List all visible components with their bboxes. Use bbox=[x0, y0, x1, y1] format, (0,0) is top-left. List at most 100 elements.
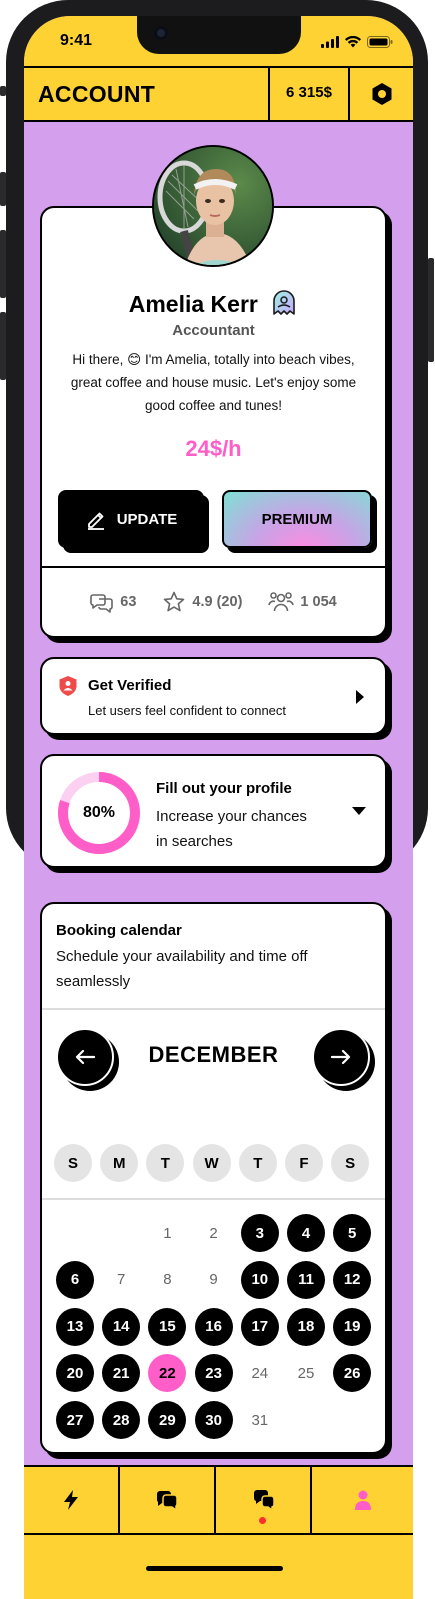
tab-messages[interactable] bbox=[216, 1467, 310, 1533]
profile-completion-card[interactable]: 80% Fill out your profile Increase your … bbox=[40, 754, 387, 868]
status-icons bbox=[321, 36, 393, 48]
stat-messages-count: 63 bbox=[120, 594, 137, 610]
calendar-day[interactable]: 15 bbox=[148, 1307, 187, 1346]
next-month-button[interactable] bbox=[312, 1028, 370, 1086]
ghost-badge-icon bbox=[273, 290, 296, 315]
weekday-label: S bbox=[54, 1144, 92, 1182]
pencil-icon bbox=[87, 512, 104, 530]
verify-subtitle: Let users feel confident to connect bbox=[88, 703, 287, 718]
tab-activity[interactable] bbox=[24, 1467, 118, 1533]
weekday-label: M bbox=[100, 1144, 139, 1182]
calendar-day[interactable]: 1 bbox=[148, 1214, 186, 1252]
calendar-day[interactable]: 9 bbox=[195, 1261, 233, 1299]
calendar-day[interactable]: 26 bbox=[333, 1354, 372, 1393]
premium-button[interactable]: PREMIUM bbox=[222, 490, 372, 548]
home-indicator bbox=[146, 1566, 283, 1571]
stat-messages[interactable]: 63 bbox=[90, 591, 136, 613]
calendar-title: Booking calendar bbox=[56, 922, 182, 939]
weekday-label: T bbox=[238, 1144, 277, 1182]
calendar-day[interactable]: 13 bbox=[56, 1307, 94, 1346]
stat-followers[interactable]: 1 054 bbox=[268, 591, 337, 613]
arrow-right-icon bbox=[331, 1049, 351, 1065]
phone-volume-down bbox=[0, 230, 6, 298]
calendar-day[interactable]: 25 bbox=[287, 1354, 325, 1392]
completion-title: Fill out your profile bbox=[156, 780, 292, 797]
chat-bubbles-icon bbox=[90, 594, 114, 613]
progress-percent: 80% bbox=[82, 804, 116, 821]
avatar[interactable] bbox=[152, 145, 274, 267]
tab-bar-bottom-line bbox=[24, 1533, 413, 1535]
hourly-rate: 24$/h bbox=[185, 436, 242, 461]
chat-bubbles-icon bbox=[157, 1491, 178, 1511]
phone-mute-switch bbox=[0, 86, 6, 96]
get-verified-card[interactable]: Get Verified Let users feel confident to… bbox=[40, 657, 387, 735]
calendar-day[interactable]: 19 bbox=[333, 1307, 372, 1346]
calendar-day[interactable]: 17 bbox=[240, 1307, 279, 1346]
premium-button-label: PREMIUM bbox=[261, 510, 333, 528]
calendar-day[interactable]: 21 bbox=[102, 1354, 141, 1393]
profile-card: Amelia Kerr Accountant Hi there, 😊 I'm A… bbox=[40, 206, 387, 638]
verify-title: Get Verified bbox=[88, 677, 172, 694]
divider bbox=[42, 1198, 385, 1200]
calendar-day[interactable]: 20 bbox=[56, 1354, 94, 1393]
bottom-tab-bar bbox=[24, 1465, 413, 1599]
shield-icon bbox=[59, 676, 77, 696]
app-screen: 9:41 ACCOUNT 6 315$ Amelia Kerr Accounta… bbox=[24, 16, 413, 1599]
avatar-photo bbox=[154, 147, 272, 265]
weekday-label: W bbox=[192, 1144, 231, 1182]
balance-amount[interactable]: 6 315$ bbox=[270, 84, 348, 101]
divider bbox=[42, 1008, 385, 1010]
calendar-day[interactable]: 2 bbox=[195, 1214, 233, 1252]
calendar-day[interactable]: 7 bbox=[102, 1261, 140, 1299]
phone-volume-up bbox=[0, 172, 6, 206]
calendar-day[interactable]: 12 bbox=[333, 1260, 372, 1299]
calendar-day[interactable]: 14 bbox=[102, 1307, 141, 1346]
weekday-label: T bbox=[146, 1144, 185, 1182]
users-group-icon bbox=[268, 592, 295, 612]
wifi-icon bbox=[345, 36, 361, 48]
update-button[interactable]: UPDATE bbox=[58, 490, 204, 548]
settings-button[interactable] bbox=[350, 68, 413, 120]
stat-followers-count: 1 054 bbox=[300, 594, 337, 610]
calendar-day[interactable]: 23 bbox=[194, 1354, 233, 1393]
calendar-day[interactable]: 3 bbox=[240, 1214, 279, 1252]
profile-name-row: Amelia Kerr bbox=[42, 288, 385, 318]
star-icon bbox=[164, 591, 185, 612]
calendar-day[interactable]: 29 bbox=[148, 1401, 187, 1440]
calendar-day[interactable]: 4 bbox=[287, 1214, 325, 1252]
phone-power-button bbox=[428, 258, 434, 362]
messages-icon bbox=[253, 1490, 275, 1511]
notification-dot bbox=[259, 1517, 266, 1524]
calendar-day[interactable]: 31 bbox=[241, 1401, 279, 1439]
calendar-day[interactable]: 6 bbox=[56, 1260, 94, 1299]
phone-side-button-left bbox=[0, 312, 6, 380]
tab-chats[interactable] bbox=[120, 1467, 214, 1533]
calendar-day[interactable]: 22 bbox=[148, 1354, 187, 1393]
stat-rating[interactable]: 4.9 (20) bbox=[162, 590, 242, 614]
weekday-label: F bbox=[285, 1144, 323, 1182]
calendar-day[interactable]: 24 bbox=[241, 1354, 279, 1392]
calendar-day[interactable]: 30 bbox=[194, 1401, 233, 1440]
calendar-day[interactable]: 5 bbox=[333, 1214, 372, 1252]
booking-calendar-card: Booking calendar Schedule your availabil… bbox=[40, 902, 387, 1454]
calendar-day[interactable]: 18 bbox=[287, 1307, 325, 1346]
update-button-label: UPDATE bbox=[116, 510, 178, 528]
completion-subtitle: Increase your chances in searches bbox=[156, 808, 307, 850]
signal-icon bbox=[321, 36, 339, 48]
calendar-day[interactable]: 16 bbox=[194, 1307, 233, 1346]
user-profile-icon bbox=[354, 1490, 371, 1510]
caret-down-icon bbox=[352, 807, 366, 815]
calendar-day[interactable]: 8 bbox=[148, 1261, 186, 1299]
calendar-day[interactable]: 11 bbox=[287, 1260, 325, 1299]
app-header: ACCOUNT 6 315$ bbox=[24, 66, 413, 122]
calendar-day[interactable]: 10 bbox=[240, 1260, 279, 1299]
tab-profile[interactable] bbox=[312, 1467, 413, 1533]
weekday-label: S bbox=[331, 1144, 370, 1182]
stat-rating-value: 4.9 (20) bbox=[192, 594, 243, 610]
calendar-day[interactable]: 27 bbox=[56, 1401, 94, 1440]
battery-icon bbox=[367, 36, 393, 48]
profile-role: Accountant bbox=[172, 322, 255, 339]
calendar-day[interactable]: 28 bbox=[102, 1401, 141, 1440]
profile-stats: 63 4.9 (20) 1 054 bbox=[42, 566, 385, 636]
lightning-icon bbox=[64, 1490, 78, 1510]
